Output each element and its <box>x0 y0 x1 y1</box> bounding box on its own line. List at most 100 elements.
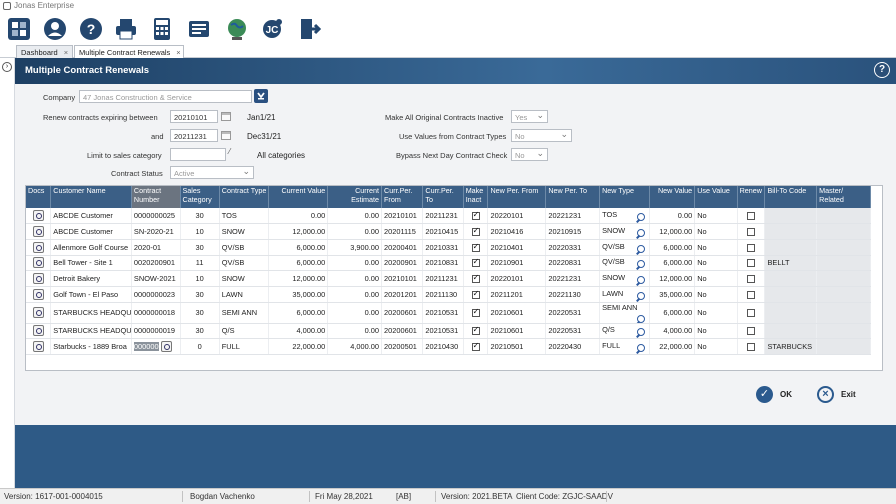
current-value-cell[interactable]: 35,000.00 <box>268 286 329 303</box>
user-icon[interactable] <box>42 16 68 42</box>
document-icon[interactable] <box>32 257 44 269</box>
renew-checkbox[interactable] <box>747 243 756 252</box>
document-icon[interactable] <box>32 226 44 238</box>
master-related-cell[interactable] <box>816 208 871 225</box>
make-inactive-checkbox[interactable] <box>471 273 480 284</box>
company-lookup-button[interactable] <box>254 89 268 103</box>
new-type-cell[interactable]: LAWN <box>599 286 650 303</box>
bill-to-cell[interactable] <box>764 223 818 240</box>
sales-category-cell[interactable]: 0 <box>180 338 220 355</box>
bill-to-cell[interactable] <box>764 208 818 225</box>
calendar-icon[interactable] <box>221 131 231 140</box>
sales-category-cell[interactable]: 11 <box>180 255 220 272</box>
new-value-cell[interactable]: 4,000.00 <box>649 323 696 340</box>
table-row[interactable]: Detroit Bakery SNOW-2021 10 SNOW 12,000.00 0.… <box>26 270 871 287</box>
new-value-cell[interactable]: 22,000.00 <box>649 338 696 355</box>
document-icon[interactable] <box>32 241 44 253</box>
new-to-cell[interactable]: 20221130 <box>545 286 601 303</box>
contract-type-cell[interactable]: SEMI ANN <box>219 302 270 324</box>
new-value-cell[interactable]: 6,000.00 <box>649 255 696 272</box>
contract-number-cell[interactable]: 2020-01 <box>131 239 181 256</box>
use-value-cell[interactable]: No <box>694 270 738 287</box>
renew-cell[interactable] <box>737 208 766 225</box>
bypass-select[interactable]: No <box>511 148 548 161</box>
make-inactive-checkbox[interactable] <box>471 210 480 221</box>
jc-icon[interactable]: JC <box>259 16 285 42</box>
bill-to-cell[interactable] <box>764 239 818 256</box>
exit-button[interactable]: × Exit <box>817 386 856 403</box>
current-value-cell[interactable]: 0.00 <box>268 208 329 225</box>
docs-cell[interactable] <box>26 286 52 303</box>
docs-cell[interactable] <box>26 338 52 355</box>
renew-cell[interactable] <box>737 286 766 303</box>
make-inactive-checkbox[interactable] <box>471 226 480 237</box>
search-icon[interactable] <box>636 260 645 269</box>
new-from-cell[interactable]: 20210401 <box>487 239 547 256</box>
inactive-select[interactable]: Yes <box>511 110 548 123</box>
renew-cell[interactable] <box>737 302 766 324</box>
renew-cell[interactable] <box>737 239 766 256</box>
customer-name-cell[interactable]: Bell Tower - Site 1 <box>50 255 132 272</box>
contract-type-cell[interactable]: LAWN <box>219 286 270 303</box>
col-master-related[interactable]: Master/ Related <box>816 186 871 208</box>
contract-number-cell[interactable]: 0000000018 <box>131 302 181 324</box>
new-to-cell[interactable]: 20220531 <box>545 302 601 324</box>
curr-to-cell[interactable]: 20210430 <box>422 338 464 355</box>
master-related-cell[interactable] <box>816 323 871 340</box>
tab-multiple-contract-renewals[interactable]: Multiple Contract Renewals × <box>74 45 184 58</box>
master-related-cell[interactable] <box>816 270 871 287</box>
new-type-cell[interactable]: QV/SB <box>599 239 650 256</box>
globe-icon[interactable] <box>224 16 250 42</box>
calendar-icon[interactable] <box>221 112 231 121</box>
customer-name-cell[interactable]: STARBUCKS HEADQUA <box>50 323 132 340</box>
use-value-cell[interactable]: No <box>694 286 738 303</box>
renew-checkbox[interactable] <box>747 212 756 221</box>
make-inactive-checkbox[interactable] <box>471 325 480 336</box>
bill-to-cell[interactable] <box>764 302 818 324</box>
settings-icon[interactable] <box>6 16 32 42</box>
renew-checkbox[interactable] <box>747 290 756 299</box>
document-icon[interactable] <box>32 210 44 222</box>
new-value-cell[interactable]: 6,000.00 <box>649 302 696 324</box>
col-current-estimate[interactable]: Current Estimate <box>327 186 383 208</box>
contract-type-cell[interactable]: SNOW <box>219 270 270 287</box>
table-row[interactable]: Allenmore Golf Course 2020-01 30 QV/SB 6,000… <box>26 239 871 256</box>
sales-category-field[interactable] <box>170 148 226 161</box>
search-icon[interactable] <box>636 276 645 285</box>
curr-from-cell[interactable]: 20200601 <box>381 323 424 340</box>
col-use-value[interactable]: Use Value <box>694 186 738 208</box>
current-estimate-cell[interactable]: 4,000.00 <box>327 338 383 355</box>
make-inactive-cell[interactable] <box>463 270 489 287</box>
make-inactive-cell[interactable] <box>463 286 489 303</box>
curr-to-cell[interactable]: 20210531 <box>422 302 464 324</box>
printer-icon[interactable] <box>113 16 139 42</box>
to-date-field[interactable]: 20211231 <box>170 129 218 142</box>
table-row[interactable]: ABCDE Customer 0000000025 30 TOS 0.00 0.00 202… <box>26 208 871 225</box>
docs-cell[interactable] <box>26 323 52 340</box>
table-row[interactable]: Starbucks - 1889 Broa 000000 0 FULL 22,000.… <box>26 338 871 355</box>
renew-cell[interactable] <box>737 255 766 272</box>
sales-category-cell[interactable]: 30 <box>180 286 220 303</box>
new-to-cell[interactable]: 20221231 <box>545 270 601 287</box>
current-estimate-cell[interactable]: 0.00 <box>327 302 383 324</box>
col-curr-per-from[interactable]: Curr.Per. From <box>381 186 424 208</box>
new-from-cell[interactable]: 20210601 <box>487 302 547 324</box>
customer-name-cell[interactable]: Detroit Bakery <box>50 270 132 287</box>
master-related-cell[interactable] <box>816 223 871 240</box>
bill-to-cell[interactable] <box>764 270 818 287</box>
current-value-cell[interactable]: 6,000.00 <box>268 255 329 272</box>
search-icon[interactable] <box>636 344 645 353</box>
curr-from-cell[interactable]: 20201201 <box>381 286 424 303</box>
current-estimate-cell[interactable]: 0.00 <box>327 208 383 225</box>
use-value-cell[interactable]: No <box>694 239 738 256</box>
customer-name-cell[interactable]: ABCDE Customer <box>50 208 132 225</box>
col-sales-category[interactable]: Sales Category <box>180 186 220 208</box>
table-row[interactable]: STARBUCKS HEADQUA 0000000018 30 SEMI ANN 6,0… <box>26 302 871 324</box>
customer-name-cell[interactable]: Golf Town - El Paso <box>50 286 132 303</box>
new-value-cell[interactable]: 12,000.00 <box>649 270 696 287</box>
current-value-cell[interactable]: 6,000.00 <box>268 302 329 324</box>
col-current-value[interactable]: Current Value <box>268 186 329 208</box>
current-estimate-cell[interactable]: 0.00 <box>327 286 383 303</box>
close-icon[interactable]: × <box>64 48 68 57</box>
make-inactive-cell[interactable] <box>463 302 489 324</box>
